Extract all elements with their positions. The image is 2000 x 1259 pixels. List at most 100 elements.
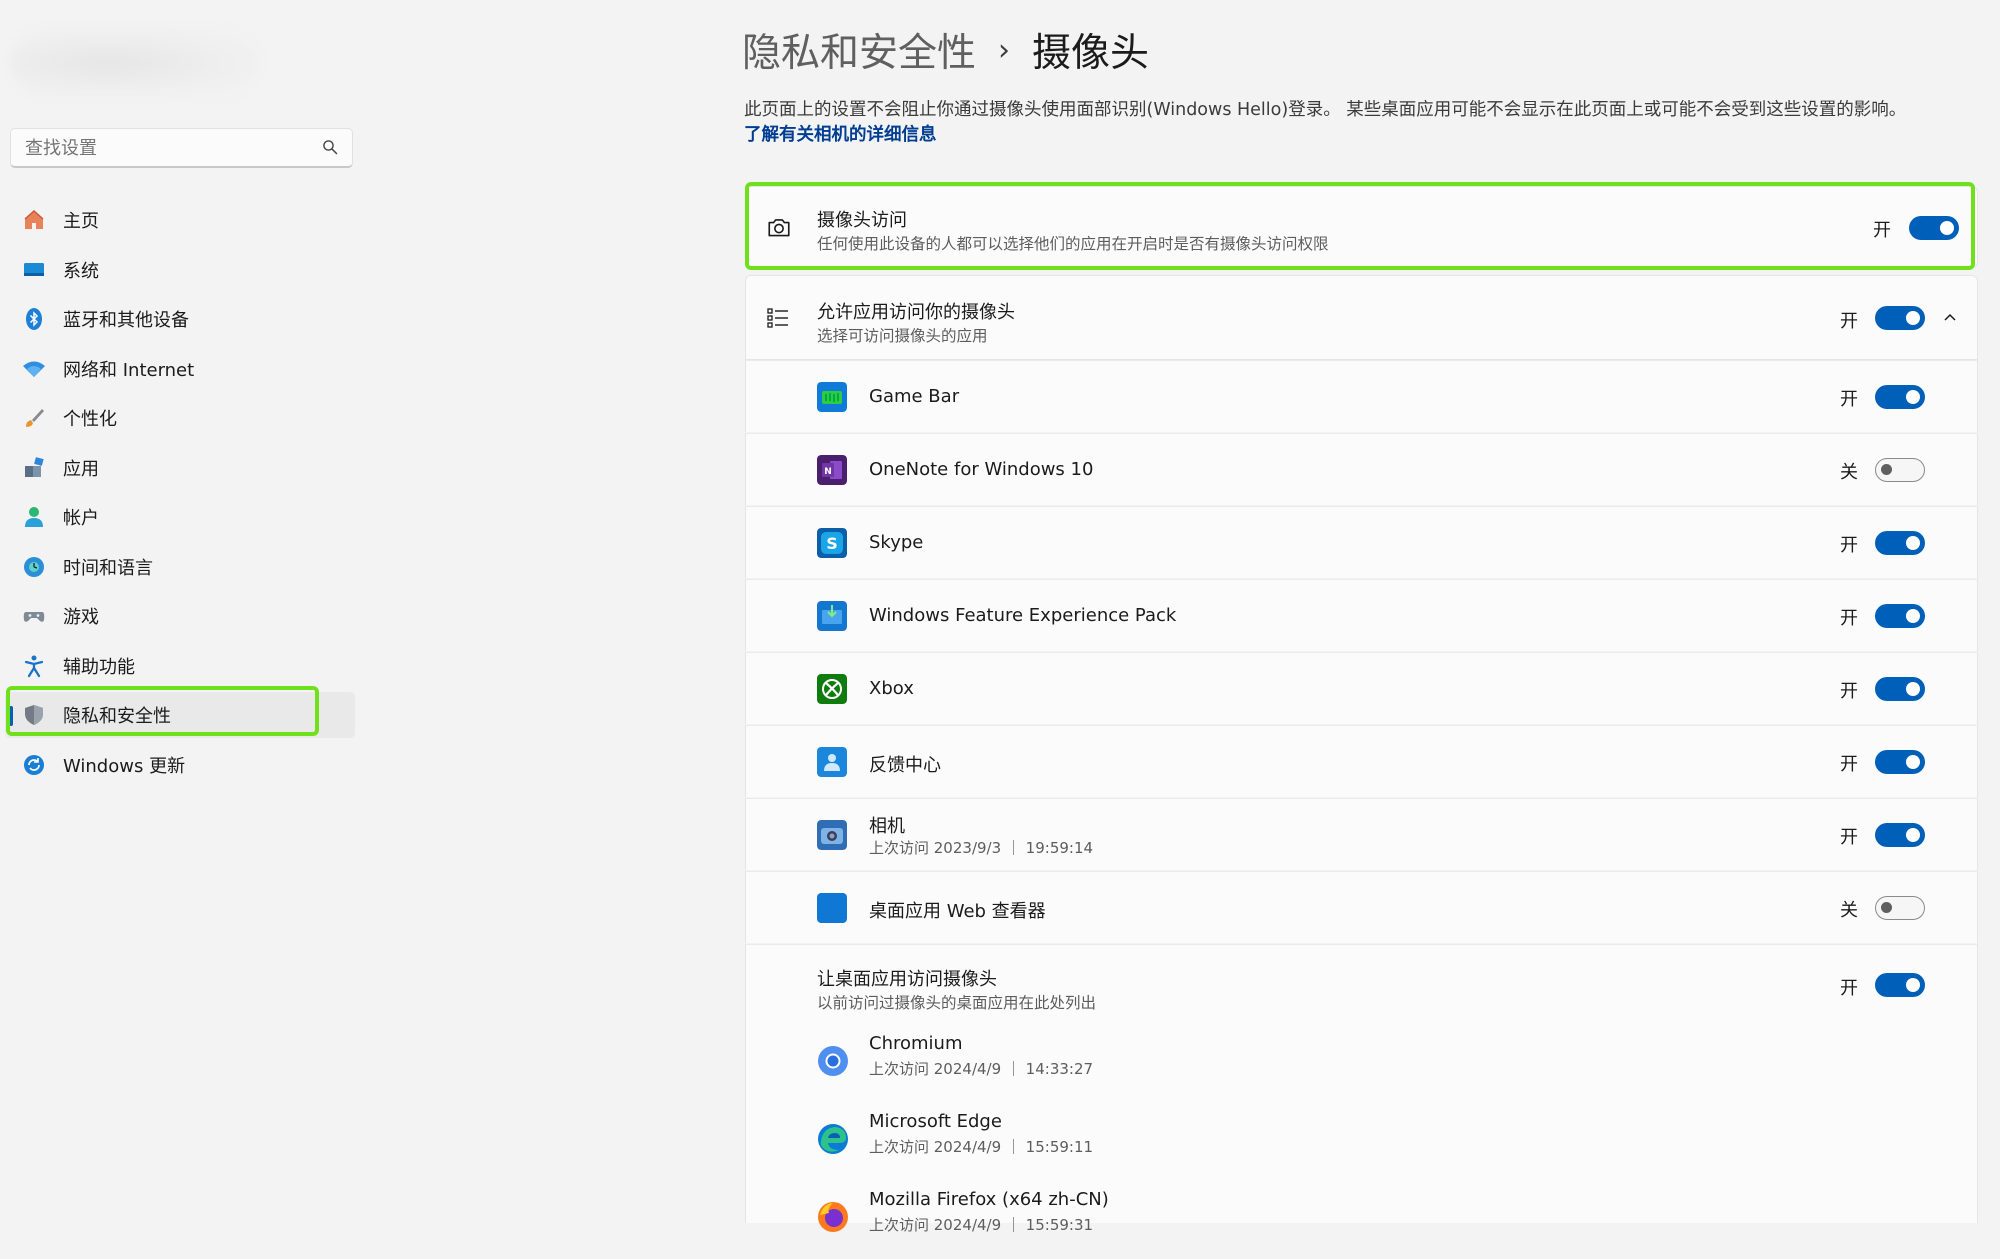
- wifi-icon: [23, 361, 45, 377]
- list-icon: [767, 308, 788, 328]
- desktop-app-chromium: Chromium 上次访问 2024/4/9 ｜ 14:33:27: [746, 1033, 1977, 1103]
- sidebar-item-label: 系统: [63, 260, 99, 282]
- xbox-icon: [817, 674, 847, 704]
- desktop-access-state: 开: [1840, 978, 1858, 999]
- page-description: 此页面上的设置不会阻止你通过摄像头使用面部识别(Windows Hello)登录…: [744, 100, 1907, 120]
- app-name: Xbox: [869, 678, 914, 699]
- app-row-game-bar: Game Bar 开: [745, 360, 1978, 432]
- onenote-icon: N: [817, 455, 847, 485]
- app-toggle-onenote[interactable]: [1875, 458, 1925, 482]
- app-toggle-web-viewer[interactable]: [1875, 896, 1925, 920]
- app-access-state: 开: [1840, 311, 1858, 332]
- sidebar-item-label: 蓝牙和其他设备: [63, 310, 189, 331]
- app-name: 相机: [869, 816, 905, 837]
- app-name: Mozilla Firefox (x64 zh-CN): [869, 1189, 1109, 1210]
- app-toggle-skype[interactable]: [1875, 531, 1925, 555]
- app-name: Windows Feature Experience Pack: [869, 605, 1177, 626]
- app-row-feedback-hub: 反馈中心 开: [745, 725, 1978, 797]
- svg-text:S: S: [826, 534, 838, 553]
- sidebar-item-gaming[interactable]: 游戏: [5, 593, 355, 639]
- firefox-icon: [818, 1202, 848, 1232]
- camera-icon: [768, 219, 790, 237]
- app-toggle-feedback-hub[interactable]: [1875, 750, 1925, 774]
- camera-access-state: 开: [1873, 220, 1891, 241]
- breadcrumb-parent[interactable]: 隐私和安全性: [742, 22, 976, 78]
- camera-access-subtitle: 任何使用此设备的人都可以选择他们的应用在开启时是否有摄像头访问权限: [817, 235, 1329, 253]
- bluetooth-icon: [26, 308, 42, 330]
- sidebar-item-label: 游戏: [63, 607, 99, 628]
- home-icon: [24, 209, 44, 229]
- sidebar-item-system[interactable]: 系统: [5, 247, 355, 293]
- camera-access-card: 摄像头访问 任何使用此设备的人都可以选择他们的应用在开启时是否有摄像头访问权限 …: [745, 186, 1978, 268]
- app-access-toggle[interactable]: [1875, 306, 1925, 330]
- app-row-xbox: Xbox 开: [745, 652, 1978, 724]
- app-row-feature-pack: Windows Feature Experience Pack 开: [745, 579, 1978, 651]
- app-last-access: 上次访问 2024/4/9 ｜ 15:59:31: [869, 1216, 1094, 1234]
- breadcrumb: 隐私和安全性 › 摄像头: [742, 22, 1149, 78]
- app-name: Microsoft Edge: [869, 1111, 1002, 1132]
- sidebar-item-windows-update[interactable]: Windows 更新: [5, 742, 355, 788]
- skype-icon: S: [817, 528, 847, 558]
- sidebar-item-label: 隐私和安全性: [63, 706, 171, 727]
- desktop-access-title: 让桌面应用访问摄像头: [817, 969, 997, 990]
- edge-icon: [818, 1124, 848, 1154]
- sidebar-item-label: 网络和 Internet: [63, 359, 195, 381]
- update-icon: [24, 754, 44, 775]
- gamepad-icon: [23, 612, 45, 622]
- desktop-app-firefox: Mozilla Firefox (x64 zh-CN) 上次访问 2024/4/…: [746, 1189, 1977, 1259]
- app-toggle-camera[interactable]: [1875, 823, 1925, 847]
- app-toggle-xbox[interactable]: [1875, 677, 1925, 701]
- app-name: 桌面应用 Web 查看器: [869, 901, 1046, 922]
- sidebar: 主页 系统 蓝牙和其他设备 网络和 Internet: [0, 0, 360, 1223]
- app-access-header[interactable]: 允许应用访问你的摄像头 选择可访问摄像头的应用 开: [745, 275, 1978, 360]
- sidebar-item-label: 辅助功能: [63, 656, 135, 678]
- app-state: 开: [1840, 827, 1858, 848]
- chevron-up-icon[interactable]: [1942, 310, 1958, 326]
- search-box[interactable]: [10, 128, 353, 168]
- apps-icon: [25, 456, 44, 477]
- desktop-apps-card: 让桌面应用访问摄像头 以前访问过摄像头的桌面应用在此处列出 开 Chromium…: [745, 944, 1978, 1234]
- camera-access-toggle[interactable]: [1909, 216, 1959, 240]
- search-input[interactable]: [23, 129, 317, 167]
- sidebar-item-personalization[interactable]: 个性化: [5, 395, 355, 441]
- sidebar-item-label: 主页: [63, 211, 99, 232]
- sidebar-item-accounts[interactable]: 帐户: [5, 494, 355, 540]
- user-profile-blurred[interactable]: [10, 28, 260, 98]
- sidebar-item-network[interactable]: 网络和 Internet: [5, 346, 355, 392]
- app-state: 开: [1840, 608, 1858, 629]
- learn-more-link[interactable]: 了解有关相机的详细信息: [744, 121, 937, 146]
- desktop-access-subtitle: 以前访问过摄像头的桌面应用在此处列出: [817, 994, 1097, 1012]
- app-state: 开: [1840, 535, 1858, 556]
- sidebar-item-apps[interactable]: 应用: [5, 445, 355, 491]
- camera-app-icon: [817, 820, 847, 850]
- app-state: 关: [1840, 462, 1858, 483]
- app-toggle-game-bar[interactable]: [1875, 385, 1925, 409]
- svg-text:N: N: [824, 467, 832, 477]
- breadcrumb-separator: ›: [998, 32, 1011, 68]
- sidebar-item-label: 时间和语言: [63, 557, 153, 579]
- app-access-subtitle: 选择可访问摄像头的应用: [817, 327, 988, 345]
- globe-icon: [24, 556, 44, 577]
- app-state: 开: [1840, 754, 1858, 775]
- sidebar-item-bluetooth[interactable]: 蓝牙和其他设备: [5, 296, 355, 342]
- search-icon[interactable]: [322, 139, 338, 155]
- sidebar-item-time-language[interactable]: 时间和语言: [5, 544, 355, 590]
- app-row-onenote: N OneNote for Windows 10 关: [745, 433, 1978, 505]
- sidebar-item-label: 帐户: [63, 508, 99, 529]
- sidebar-item-accessibility[interactable]: 辅助功能: [5, 643, 355, 689]
- brush-icon: [26, 409, 44, 427]
- app-name: Chromium: [869, 1033, 963, 1054]
- sidebar-item-label: Windows 更新: [63, 755, 186, 777]
- app-name: Skype: [869, 532, 924, 553]
- app-last-access: 上次访问 2024/4/9 ｜ 14:33:27: [869, 1060, 1094, 1078]
- desktop-access-toggle[interactable]: [1875, 973, 1925, 997]
- sidebar-item-home[interactable]: 主页: [5, 197, 355, 243]
- desktop-app-edge: Microsoft Edge 上次访问 2024/4/9 ｜ 15:59:11: [746, 1111, 1977, 1181]
- feedback-hub-icon: [817, 747, 847, 777]
- app-last-access: 上次访问 2023/9/3 ｜ 19:59:14: [869, 839, 1094, 857]
- sidebar-item-label: 应用: [63, 458, 99, 480]
- gamebar-icon: [817, 382, 847, 412]
- sidebar-item-privacy-security[interactable]: 隐私和安全性: [5, 692, 355, 738]
- camera-access-title: 摄像头访问: [817, 210, 907, 231]
- app-toggle-feature-pack[interactable]: [1875, 604, 1925, 628]
